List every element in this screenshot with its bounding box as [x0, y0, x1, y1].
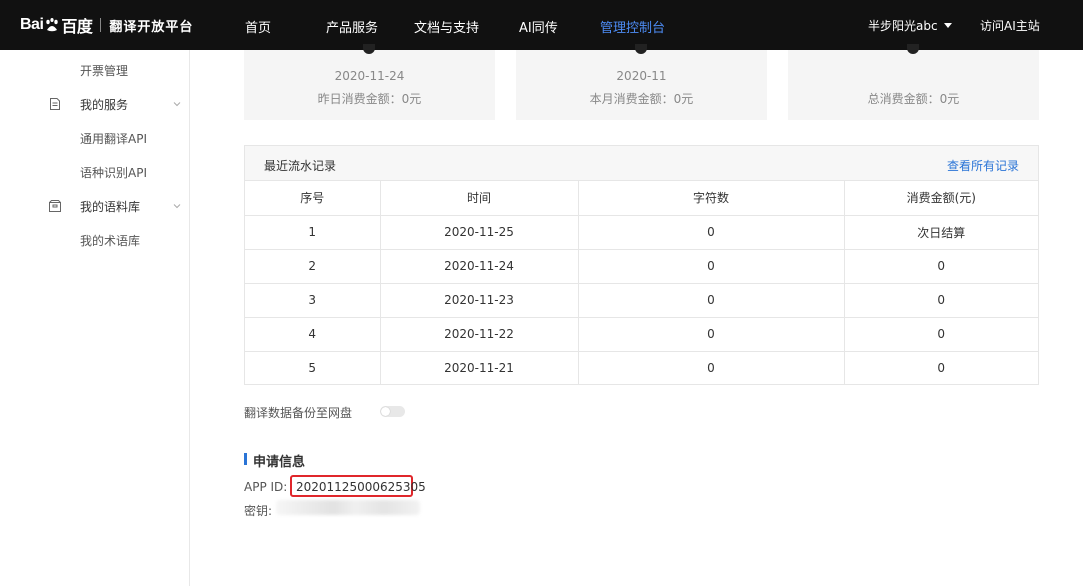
table-row: 4 2020-11-22 0 0: [245, 317, 1038, 352]
table-cell: 2020-11-22: [380, 317, 579, 352]
logo-divider: [100, 18, 102, 32]
stat-date: 2020-11: [616, 69, 667, 83]
table-cell: 次日结算: [844, 215, 1038, 250]
application-info-title: 申请信息: [253, 455, 306, 470]
logo-brand: Bai 百度: [20, 16, 93, 36]
sidebar-group-services[interactable]: 我的服务: [48, 96, 188, 112]
table-cell: 0: [844, 249, 1038, 284]
sidebar-item-invoice[interactable]: 开票管理: [80, 62, 128, 79]
recent-records-panel: 最近流水记录 查看所有记录 序号 时间 字符数 消费金额(元) 1 2020-1…: [244, 145, 1039, 385]
table-cell: 1: [245, 215, 381, 250]
baidu-logo[interactable]: Bai 百度 翻译开放平台: [20, 13, 193, 37]
table-row: 1 2020-11-25 0 次日结算: [245, 215, 1038, 250]
view-all-records-link[interactable]: 查看所有记录: [947, 157, 1019, 174]
chevron-down-icon: [173, 102, 181, 107]
chart-dot: [635, 44, 647, 54]
stat-card-month: 2020-11 本月消费金额：0元: [516, 44, 767, 120]
nav-docs[interactable]: 文档与支持: [414, 17, 479, 36]
stat-card-total: 总消费金额：0元: [788, 44, 1039, 120]
table-cell: 5: [245, 351, 381, 385]
table-cell: 2020-11-24: [380, 249, 579, 284]
secret-key-redacted: [276, 500, 420, 515]
nav-home[interactable]: 首页: [245, 17, 271, 36]
records-title: 最近流水记录: [264, 159, 337, 173]
chevron-down-icon: [173, 204, 181, 209]
table-cell: 2020-11-21: [380, 351, 579, 385]
paw-icon: [46, 18, 59, 32]
table-cell: 0: [937, 361, 946, 376]
sidebar-item-general-api[interactable]: 通用翻译API: [80, 130, 147, 147]
document-icon: [50, 98, 60, 110]
table-cell: 4: [245, 317, 381, 352]
app-id-label: APP ID:: [244, 480, 288, 494]
top-navbar: Bai 百度 翻译开放平台 首页 产品服务 文档与支持 AI同传 管理控制台 半步…: [0, 0, 1083, 50]
stat-label: 本月消费金额：0元: [589, 92, 694, 106]
table-cell: 0: [844, 283, 1038, 318]
table-cell: 0: [578, 283, 845, 318]
user-menu[interactable]: 半步阳光abc: [868, 17, 952, 34]
stat-label: 昨日消费金额：0元: [317, 92, 422, 106]
table-cell: 2020-11-25: [380, 215, 579, 250]
table-row: 5 2020-11-21 0 0: [245, 351, 1038, 385]
stat-card-yesterday: 2020-11-24 昨日消费金额：0元: [244, 44, 495, 120]
sidebar-item-lang-api[interactable]: 语种识别API: [80, 164, 147, 181]
column-header: 字符数: [578, 181, 845, 216]
stat-label: 总消费金额：0元: [867, 92, 960, 106]
table-row: 3 2020-11-23 0 0: [245, 283, 1038, 318]
app-id-value: 20201125000625305: [296, 480, 426, 494]
records-header: 最近流水记录 查看所有记录: [245, 146, 1038, 181]
sidebar-group-label: 我的服务: [80, 97, 129, 112]
table-cell: 0: [844, 317, 1038, 352]
secret-key-label: 密钥:: [244, 504, 273, 518]
chart-dot: [907, 44, 919, 54]
nav-products[interactable]: 产品服务: [326, 17, 378, 36]
sidebar-group-label: 我的语料库: [80, 199, 141, 214]
records-table: 序号 时间 字符数 消费金额(元) 1 2020-11-25 0 次日结算 2 …: [245, 181, 1038, 385]
sidebar-group-corpus[interactable]: 我的语料库: [48, 198, 188, 214]
column-header: 序号: [245, 181, 381, 216]
nav-ai-interpret[interactable]: AI同传: [519, 17, 558, 36]
table-cell: 2020-11-23: [380, 283, 579, 318]
box-icon: [49, 200, 61, 212]
backup-toggle[interactable]: [380, 406, 405, 417]
column-header: 时间: [380, 181, 579, 216]
table-row: 2 2020-11-24 0 0: [245, 249, 1038, 284]
sidebar: 开票管理 我的服务 通用翻译API 语种识别API 我的语料库 我的术语库: [0, 50, 190, 586]
table-cell: 2: [245, 249, 381, 284]
table-cell: 3: [245, 283, 381, 318]
sidebar-item-terms[interactable]: 我的术语库: [80, 232, 140, 249]
chart-dot: [363, 44, 375, 54]
table-cell: 0: [578, 215, 845, 250]
visit-ai-link[interactable]: 访问AI主站: [980, 17, 1040, 34]
column-header: 消费金额(元): [844, 181, 1038, 216]
username: 半步阳光abc: [868, 19, 938, 33]
section-accent-bar: [244, 453, 247, 465]
toggle-knob: [381, 407, 390, 416]
logo-title: 翻译开放平台: [109, 19, 194, 35]
backup-label: 翻译数据备份至网盘: [244, 406, 353, 420]
caret-down-icon: [943, 23, 952, 28]
table-header-row: 序号 时间 字符数 消费金额(元): [245, 181, 1038, 216]
table-cell: 0: [578, 249, 845, 284]
table-cell: 0: [578, 351, 845, 385]
nav-console[interactable]: 管理控制台: [600, 17, 665, 36]
stat-date: 2020-11-24: [334, 69, 405, 83]
table-cell: 0: [578, 317, 845, 352]
